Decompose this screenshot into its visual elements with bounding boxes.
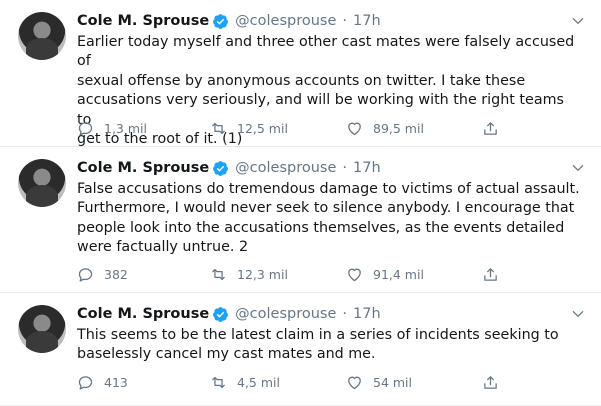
chevron-down-icon[interactable] — [571, 307, 585, 321]
like-icon — [348, 122, 361, 135]
handle[interactable]: @colesprouse — [235, 13, 336, 29]
handle[interactable]: @colesprouse — [235, 306, 336, 322]
display-name[interactable]: Cole M. Sprouse — [77, 13, 209, 29]
timestamp[interactable]: 17h — [353, 160, 381, 176]
avatar[interactable] — [18, 12, 66, 60]
like-icon — [348, 268, 361, 281]
tweet-text: False accusations do tremendous damage t… — [77, 181, 580, 256]
display-name[interactable]: Cole M. Sprouse — [77, 160, 209, 176]
retweet-button[interactable]: 4,5 mil — [210, 372, 280, 392]
avatar[interactable] — [18, 159, 66, 207]
retweet-count: 12,3 mil — [237, 266, 288, 282]
separator: · — [342, 160, 348, 176]
share-icon — [484, 375, 497, 389]
reply-icon — [78, 121, 93, 136]
separator: · — [342, 13, 348, 29]
share-icon — [484, 121, 497, 135]
tweet-thread: Cole M. Sprouse @colesprouse · 17h Earli… — [0, 0, 601, 406]
verified-badge-icon — [213, 306, 229, 322]
tweet[interactable]: Cole M. Sprouse @colesprouse · 17h This … — [0, 293, 601, 406]
tweet-text: This seems to be the latest claim in a s… — [77, 327, 559, 363]
like-button[interactable]: 89,5 mil — [346, 118, 424, 138]
reply-button[interactable]: 413 — [77, 372, 128, 392]
tweet[interactable]: Cole M. Sprouse @colesprouse · 17h Earli… — [0, 0, 601, 147]
like-button[interactable]: 91,4 mil — [346, 264, 424, 284]
avatar[interactable] — [18, 305, 66, 353]
tweet-header: Cole M. Sprouse @colesprouse · 17h — [77, 303, 381, 325]
retweet-icon — [212, 268, 225, 280]
retweet-count: 12,5 mil — [237, 120, 288, 136]
reply-button[interactable]: 382 — [77, 264, 128, 284]
share-button[interactable] — [482, 118, 509, 138]
timestamp[interactable]: 17h — [353, 306, 381, 322]
retweet-icon — [212, 122, 225, 134]
display-name[interactable]: Cole M. Sprouse — [77, 306, 209, 322]
verified-badge-icon — [213, 13, 229, 29]
handle[interactable]: @colesprouse — [235, 160, 336, 176]
share-button[interactable] — [482, 264, 509, 284]
reply-count: 413 — [104, 374, 128, 390]
chevron-down-icon[interactable] — [571, 161, 585, 175]
share-icon — [484, 267, 497, 281]
like-button[interactable]: 54 mil — [346, 372, 412, 392]
verified-badge-icon — [213, 160, 229, 176]
tweet-actions: 413 4,5 mil 54 mil — [77, 372, 517, 392]
tweet-header: Cole M. Sprouse @colesprouse · 17h — [77, 157, 381, 179]
tweet-actions: 1,3 mil 12,5 mil 89,5 mil — [77, 118, 517, 138]
reply-count: 1,3 mil — [104, 120, 147, 136]
like-count: 54 mil — [373, 374, 413, 390]
reply-button[interactable]: 1,3 mil — [77, 118, 147, 138]
separator: · — [342, 306, 348, 322]
chevron-down-icon[interactable] — [571, 14, 585, 28]
reply-icon — [78, 267, 93, 282]
like-count: 91,4 mil — [373, 266, 424, 282]
retweet-button[interactable]: 12,5 mil — [210, 118, 288, 138]
like-icon — [348, 376, 361, 389]
like-count: 89,5 mil — [373, 120, 424, 136]
retweet-icon — [212, 376, 225, 388]
timestamp[interactable]: 17h — [353, 13, 381, 29]
retweet-count: 4,5 mil — [237, 374, 280, 390]
tweet[interactable]: Cole M. Sprouse @colesprouse · 17h False… — [0, 147, 601, 293]
tweet-header: Cole M. Sprouse @colesprouse · 17h — [77, 10, 381, 32]
reply-icon — [78, 375, 93, 390]
tweet-actions: 382 12,3 mil 91,4 mil — [77, 264, 517, 284]
share-button[interactable] — [482, 372, 509, 392]
retweet-button[interactable]: 12,3 mil — [210, 264, 288, 284]
reply-count: 382 — [104, 266, 128, 282]
